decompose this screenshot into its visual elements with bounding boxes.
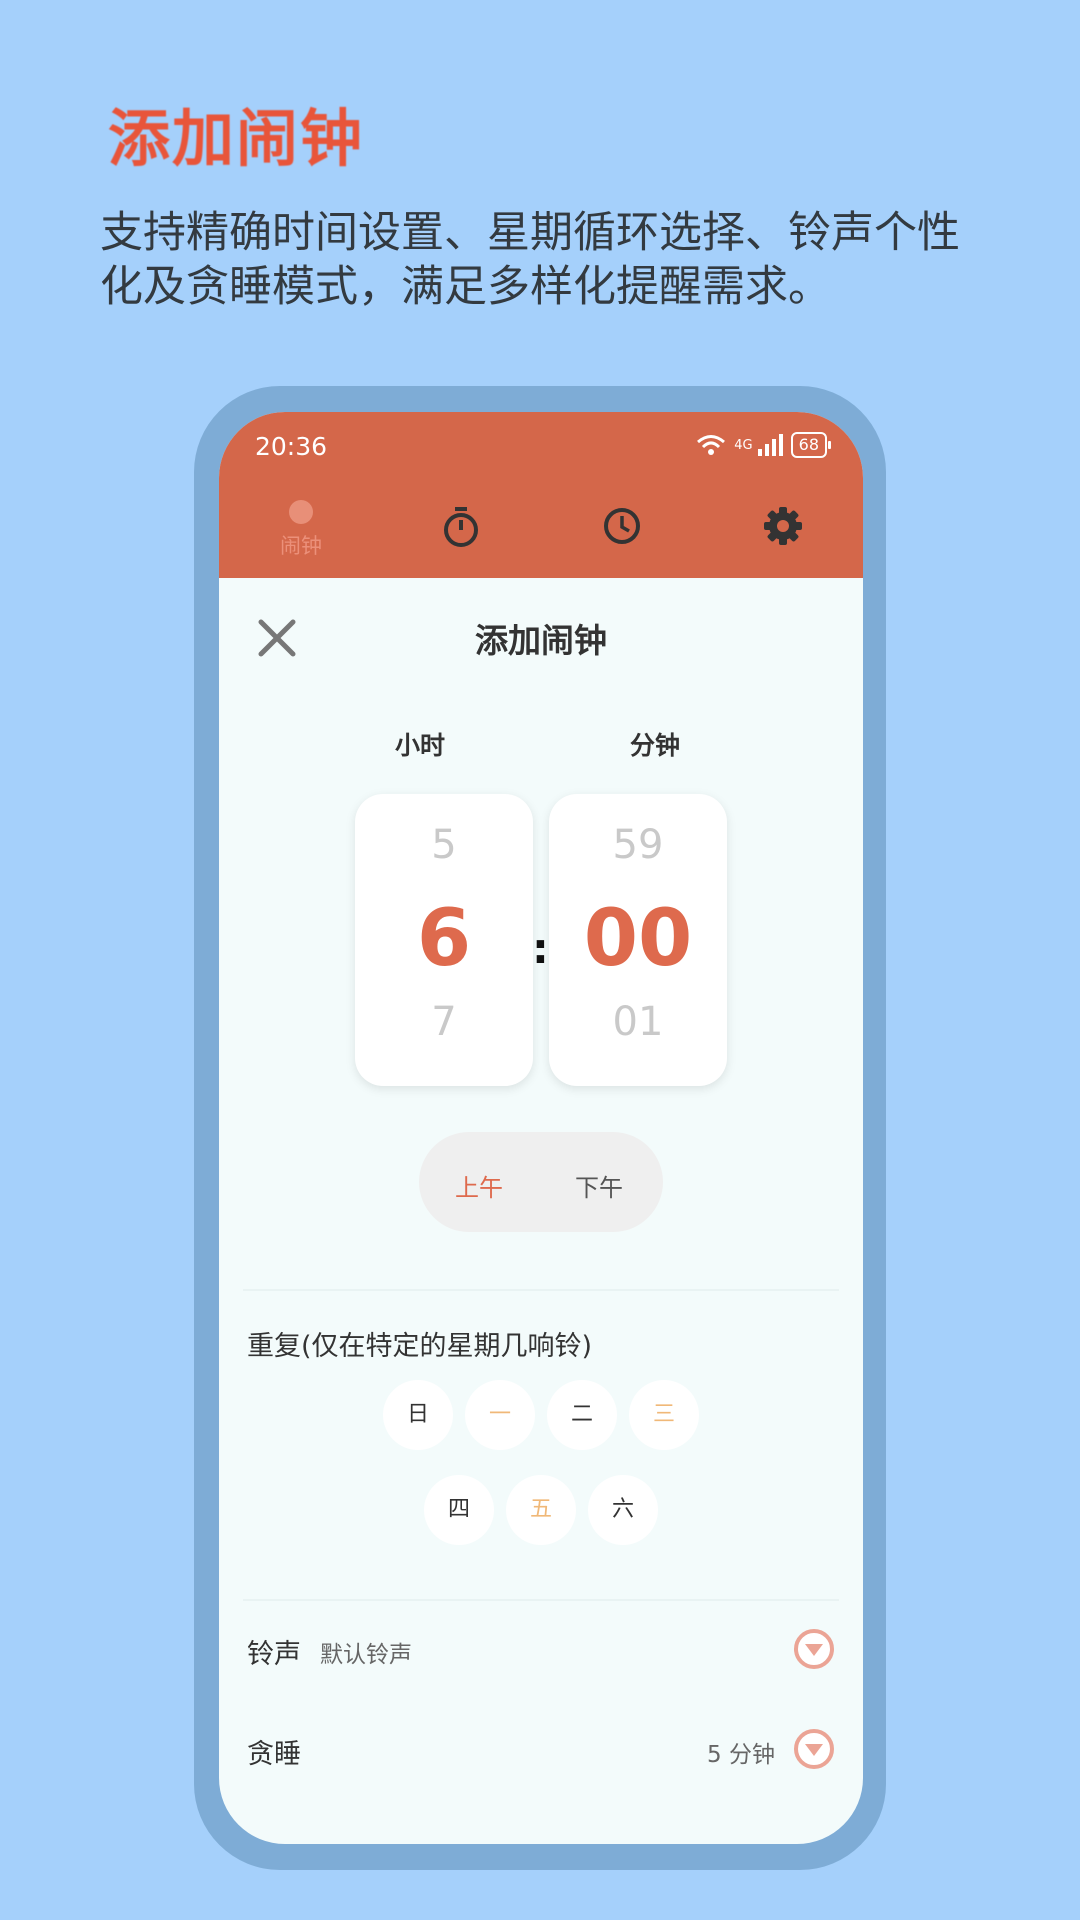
snooze-value[interactable]: 5 分钟: [707, 1735, 775, 1769]
snooze-label: 贪睡: [247, 1739, 301, 1770]
status-icons: 4G 68: [696, 432, 832, 458]
day-saturday[interactable]: 六: [588, 1475, 658, 1545]
day-tuesday[interactable]: 二: [547, 1380, 617, 1450]
tab-clock[interactable]: [582, 490, 662, 578]
alarm-dot-icon: [289, 500, 313, 524]
hour-prev: 5: [431, 822, 457, 868]
repeat-label: 重复(仅在特定的星期几响铃): [247, 1331, 593, 1362]
am-pm-toggle: 上午 下午: [419, 1132, 663, 1232]
stopwatch-icon: [444, 507, 478, 547]
divider: [243, 1599, 839, 1601]
battery-indicator: 68: [790, 432, 832, 458]
gear-icon: [764, 507, 802, 545]
promo-subtitle: 支持精确时间设置、星期循环选择、铃声个性 化及贪睡模式，满足多样化提醒需求。: [100, 206, 1000, 314]
day-wednesday[interactable]: 三: [629, 1380, 699, 1450]
day-monday[interactable]: 一: [465, 1380, 535, 1450]
dialog-title: 添加闹钟: [475, 621, 607, 660]
promo-subtitle-line-2: 化及贪睡模式，满足多样化提醒需求。: [100, 262, 831, 312]
day-friday[interactable]: 五: [506, 1475, 576, 1545]
ringtone-dropdown-icon[interactable]: [793, 1628, 835, 1670]
minute-label: 分钟: [630, 731, 681, 760]
tab-bar: 闹钟: [219, 490, 863, 578]
network-type: 4G: [734, 437, 753, 453]
time-separator: :: [532, 924, 549, 973]
snooze-dropdown-icon[interactable]: [793, 1728, 835, 1770]
tab-settings[interactable]: [743, 490, 823, 578]
minute-current: 00: [583, 894, 693, 984]
promo-subtitle-line-1: 支持精确时间设置、星期循环选择、铃声个性: [100, 208, 960, 258]
divider: [243, 1289, 839, 1291]
clock-icon: [604, 508, 640, 544]
ringtone-label: 铃声: [247, 1639, 301, 1670]
wifi-icon: [697, 435, 726, 455]
hour-label: 小时: [395, 731, 446, 760]
day-thursday[interactable]: 四: [424, 1475, 494, 1545]
am-option[interactable]: 上午: [455, 1168, 503, 1203]
tab-alarm[interactable]: 闹钟: [261, 490, 341, 578]
app-bar: 20:36 4G 68 闹钟: [219, 412, 863, 578]
tab-alarm-label: 闹钟: [280, 534, 322, 558]
promo-title: 添加闹钟: [108, 102, 365, 175]
hour-picker[interactable]: 5 6 7: [355, 794, 533, 1086]
minute-next: 01: [612, 999, 664, 1045]
pm-option[interactable]: 下午: [575, 1168, 623, 1203]
phone-screen: 20:36 4G 68 闹钟 添加闹钟 小时 分钟 5 6 7: 59 00 …: [219, 412, 863, 1844]
signal-icon: [757, 434, 783, 456]
day-sunday[interactable]: 日: [383, 1380, 453, 1450]
tab-stopwatch[interactable]: [421, 490, 501, 578]
hour-next: 7: [431, 999, 457, 1045]
ringtone-value[interactable]: 默认铃声: [320, 1635, 412, 1669]
hour-current: 6: [416, 894, 472, 984]
minute-prev: 59: [612, 822, 664, 868]
minute-picker[interactable]: 59 00 01: [549, 794, 727, 1086]
status-time: 20:36: [255, 432, 328, 461]
